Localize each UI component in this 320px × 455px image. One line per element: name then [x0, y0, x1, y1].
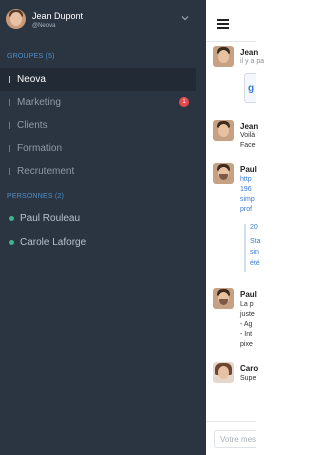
message: Caro Supe	[213, 362, 259, 388]
message-link[interactable]: 196	[240, 186, 252, 193]
sidebar: Jean Dupont @Neova GROUPES (5) Neova Mar…	[0, 0, 206, 455]
link-preview-text: sin	[250, 249, 259, 256]
sidebar-item-label: Marketing	[17, 97, 61, 108]
sidebar-item-clients[interactable]: Clients	[0, 114, 196, 137]
message: Jean il y a pa	[213, 46, 264, 76]
menu-icon[interactable]	[217, 19, 229, 29]
message-text: - Int	[240, 331, 253, 338]
channel-marker	[9, 168, 10, 175]
link-preview-text: Sta	[250, 238, 261, 245]
message: Jean Voilà Face	[213, 120, 259, 154]
message-input[interactable]	[214, 430, 256, 448]
message-text: Voilà	[240, 132, 256, 139]
sidebar-item-label: Neova	[17, 74, 46, 85]
online-status-dot	[9, 240, 14, 245]
message-text: Face	[240, 142, 256, 149]
chat-header	[206, 0, 256, 42]
message: Paul http 196 simp prof	[213, 163, 257, 223]
people-section-label: PERSONNES (2)	[7, 193, 65, 200]
avatar	[213, 163, 234, 184]
sidebar-person-carole-laforge[interactable]: Carole Laforge	[0, 231, 196, 254]
link-preview-text: été	[250, 260, 260, 267]
user-name: Jean Dupont	[32, 11, 84, 21]
unread-badge: 1	[179, 97, 189, 107]
sidebar-item-label: Clients	[17, 120, 48, 131]
sidebar-item-label: Recrutement	[17, 166, 75, 177]
message-link[interactable]: http	[240, 176, 252, 183]
message-text: La p	[240, 301, 254, 308]
sidebar-item-formation[interactable]: Formation	[0, 137, 196, 160]
message-text: Supe	[240, 375, 257, 382]
channel-marker	[9, 76, 10, 83]
sidebar-person-paul-rouleau[interactable]: Paul Rouleau	[0, 207, 196, 230]
sidebar-item-recrutement[interactable]: Recrutement	[0, 160, 196, 183]
message-link[interactable]: simp	[240, 196, 255, 203]
groups-section-label: GROUPES (5)	[7, 53, 55, 60]
message-link[interactable]: prof	[240, 206, 252, 213]
message-composer	[206, 421, 256, 455]
sidebar-item-label: Formation	[17, 143, 63, 154]
sidebar-item-marketing[interactable]: Marketing 1	[0, 91, 196, 114]
message-author: Jean	[240, 48, 259, 57]
avatar	[213, 362, 234, 383]
sidebar-item-label: Paul Rouleau	[20, 213, 81, 224]
sidebar-item-label: Carole Laforge	[20, 237, 87, 248]
avatar	[213, 46, 234, 67]
message-author: Jean	[240, 122, 259, 131]
message-text: pixe	[240, 341, 253, 348]
chevron-down-icon[interactable]	[180, 13, 190, 23]
avatar	[213, 288, 234, 309]
sidebar-item-neova[interactable]: Neova	[0, 68, 196, 91]
link-preview-text: 20	[250, 224, 258, 231]
message-author: Paul	[240, 165, 257, 174]
avatar	[213, 120, 234, 141]
message-text: juste	[240, 311, 255, 318]
user-handle: @Neova	[32, 23, 56, 29]
avatar	[6, 9, 26, 29]
attachment-card[interactable]: g	[244, 73, 256, 103]
online-status-dot	[9, 216, 14, 221]
link-preview-icon: g	[248, 83, 255, 94]
channel-marker	[9, 99, 10, 106]
message-text: il y a pa	[240, 58, 265, 65]
link-preview[interactable]: 20 Sta sin été	[244, 224, 261, 272]
message: Paul La p juste - Ag - Int pixe	[213, 288, 257, 354]
message-author: Caro	[240, 364, 259, 373]
channel-marker	[9, 122, 10, 129]
channel-marker	[9, 145, 10, 152]
user-menu[interactable]: Jean Dupont @Neova	[0, 0, 206, 42]
message-text: - Ag	[240, 321, 253, 328]
message-author: Paul	[240, 290, 257, 299]
